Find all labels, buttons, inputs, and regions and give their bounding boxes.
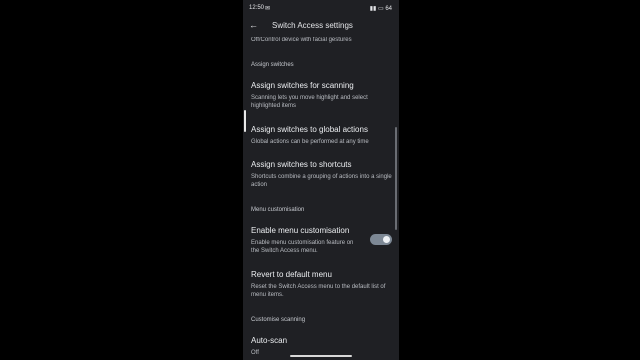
phone-screen: 12:50 ✉ ▮▮ ▭ 64 ← Switch Access settings… <box>243 0 399 360</box>
pref-title: Assign switches for scanning <box>251 81 354 90</box>
edge-handle <box>244 110 246 132</box>
status-bar: 12:50 ✉ ▮▮ ▭ 64 <box>243 0 399 17</box>
message-icon: ✉ <box>265 6 271 12</box>
pref-subtitle: Scanning lets you move highlight and sel… <box>251 95 368 109</box>
pref-subtitle: Enable menu customisation feature on the… <box>251 240 354 254</box>
menu-customisation-toggle[interactable] <box>370 234 392 245</box>
pref-subtitle: Shortcuts combine a grouping of actions … <box>251 174 392 188</box>
gesture-nav-handle[interactable] <box>290 355 352 357</box>
pref-title: Auto-scan <box>251 336 288 345</box>
pref-title: Assign switches to shortcuts <box>251 160 352 169</box>
status-indicators: ▮▮ ▭ 64 <box>370 5 392 12</box>
battery-level: 64 <box>385 6 392 12</box>
back-arrow-icon[interactable]: ← <box>249 20 259 30</box>
pref-title: Revert to default menu <box>251 270 332 279</box>
pref-title: Enable menu customisation <box>251 226 350 235</box>
section-header-menu-customisation: Menu customisation <box>251 207 305 213</box>
pref-subtitle: Reset the Switch Access menu to the defa… <box>251 284 386 298</box>
pref-subtitle: Global actions can be performed at any t… <box>251 139 369 145</box>
app-bar: ← Switch Access settings <box>243 17 399 37</box>
scrollbar[interactable] <box>395 127 397 230</box>
signal-icon: ▮▮ <box>369 6 377 12</box>
battery-icon: ▭ <box>377 6 384 12</box>
section-header-assign-switches: Assign switches <box>251 62 294 68</box>
toggle-knob <box>383 236 390 243</box>
pref-title: Assign switches to global actions <box>251 125 368 134</box>
page-title: Switch Access settings <box>272 21 353 30</box>
status-time: 12:50 <box>249 5 265 11</box>
partial-item-subtitle: Off/Control device with facial gestures <box>251 37 352 43</box>
settings-list[interactable]: Off/Control device with facial gestures … <box>243 37 399 360</box>
section-header-customise-scanning: Customise scanning <box>251 317 306 323</box>
